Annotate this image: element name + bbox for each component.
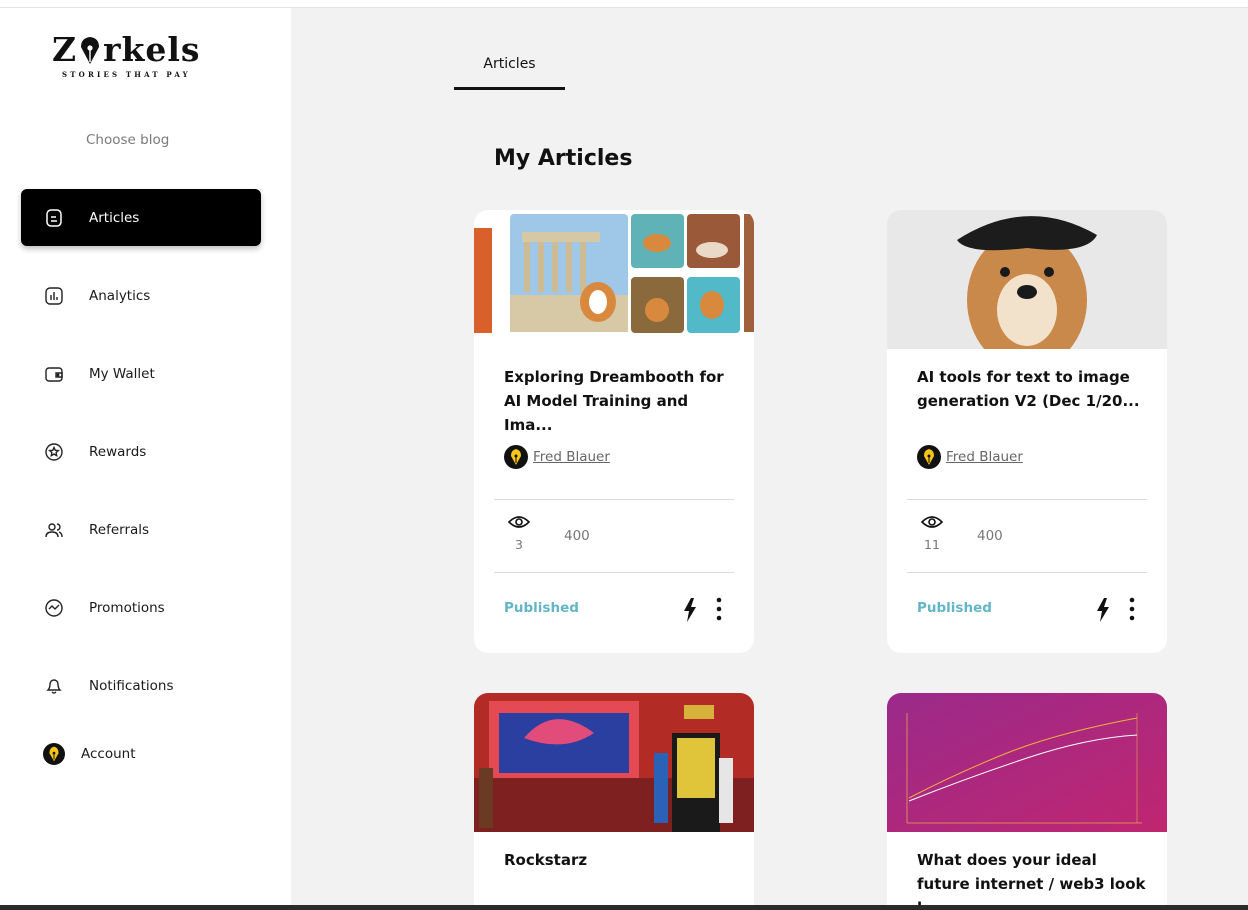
brand-name-end: rkels — [103, 30, 201, 69]
sidebar-item-rewards[interactable]: Rewards — [21, 423, 261, 480]
article-title[interactable]: What does your ideal future internet / w… — [917, 848, 1152, 905]
article-card[interactable]: What does your ideal future internet / w… — [887, 693, 1167, 905]
bottom-border — [0, 905, 1248, 910]
author-name: Fred Blauer — [946, 449, 1023, 465]
author-avatar — [917, 445, 941, 469]
views-stat: 3 — [507, 514, 531, 552]
tab-articles[interactable]: Articles — [454, 46, 565, 90]
sidebar-item-label: Notifications — [89, 677, 174, 694]
divider — [907, 499, 1147, 500]
sidebar-item-wallet[interactable]: My Wallet — [21, 345, 261, 402]
pen-nib-icon — [81, 37, 100, 64]
promotions-icon — [43, 597, 65, 619]
analytics-icon — [43, 285, 65, 307]
sidebar-item-promotions[interactable]: Promotions — [21, 579, 261, 636]
more-options-icon[interactable] — [1125, 596, 1139, 622]
sidebar-item-analytics[interactable]: Analytics — [21, 267, 261, 324]
eye-icon — [507, 516, 531, 528]
article-thumbnail — [474, 693, 754, 832]
sidebar: Z rkels STORIES THAT PAY Choose blog Art… — [0, 8, 291, 905]
choose-blog-selector[interactable]: Choose blog — [86, 132, 169, 148]
brand-name-start: Z — [52, 30, 78, 69]
bell-icon — [43, 675, 65, 697]
article-thumbnail — [887, 693, 1167, 832]
points-value: 400 — [977, 528, 1003, 544]
boost-bolt-icon[interactable] — [1095, 597, 1111, 623]
tab-underline — [454, 87, 565, 90]
article-thumbnail — [887, 210, 1167, 349]
rewards-icon — [43, 441, 65, 463]
divider — [494, 499, 734, 500]
article-title[interactable]: AI tools for text to image generation V2… — [917, 365, 1152, 413]
sidebar-item-articles[interactable]: Articles — [21, 189, 261, 246]
views-count: 11 — [924, 537, 940, 552]
views-stat: 11 — [920, 514, 944, 552]
sidebar-item-label: Articles — [89, 209, 140, 226]
wallet-icon — [43, 363, 65, 385]
divider — [494, 572, 734, 573]
sidebar-item-notifications[interactable]: Notifications — [21, 657, 261, 714]
status-badge: Published — [917, 600, 992, 616]
article-title[interactable]: Rockstarz — [504, 848, 739, 872]
author-avatar — [504, 445, 528, 469]
tab-label: Articles — [483, 56, 536, 72]
sidebar-item-account[interactable]: Account — [21, 725, 261, 782]
author-name: Fred Blauer — [533, 449, 610, 465]
views-count: 3 — [515, 537, 523, 552]
status-badge: Published — [504, 600, 579, 616]
brand-wordmark: Z rkels — [52, 32, 202, 68]
points-value: 400 — [564, 528, 590, 544]
brand-logo[interactable]: Z rkels STORIES THAT PAY — [52, 32, 202, 82]
eye-icon — [920, 516, 944, 528]
top-border — [0, 0, 1248, 8]
article-card[interactable]: Rockstarz — [474, 693, 754, 905]
sidebar-item-referrals[interactable]: Referrals — [21, 501, 261, 558]
article-author[interactable]: Fred Blauer — [917, 445, 1023, 469]
article-author[interactable]: Fred Blauer — [504, 445, 610, 469]
account-avatar-icon — [43, 742, 65, 765]
article-card[interactable]: AI tools for text to image generation V2… — [887, 210, 1167, 653]
sidebar-item-label: Account — [81, 745, 136, 762]
divider — [907, 572, 1147, 573]
sidebar-item-label: Analytics — [89, 287, 151, 304]
article-icon — [43, 207, 65, 229]
referrals-icon — [43, 519, 65, 541]
sidebar-item-label: Promotions — [89, 599, 165, 616]
brand-tagline: STORIES THAT PAY — [62, 70, 191, 79]
more-options-icon[interactable] — [712, 596, 726, 622]
sidebar-item-label: Referrals — [89, 521, 150, 538]
page-title: My Articles — [494, 146, 633, 171]
boost-bolt-icon[interactable] — [682, 597, 698, 623]
sidebar-item-label: Rewards — [89, 443, 147, 460]
article-thumbnail — [474, 210, 754, 349]
article-card[interactable]: Exploring Dreambooth for AI Model Traini… — [474, 210, 754, 653]
article-title[interactable]: Exploring Dreambooth for AI Model Traini… — [504, 365, 739, 437]
sidebar-item-label: My Wallet — [89, 365, 155, 382]
